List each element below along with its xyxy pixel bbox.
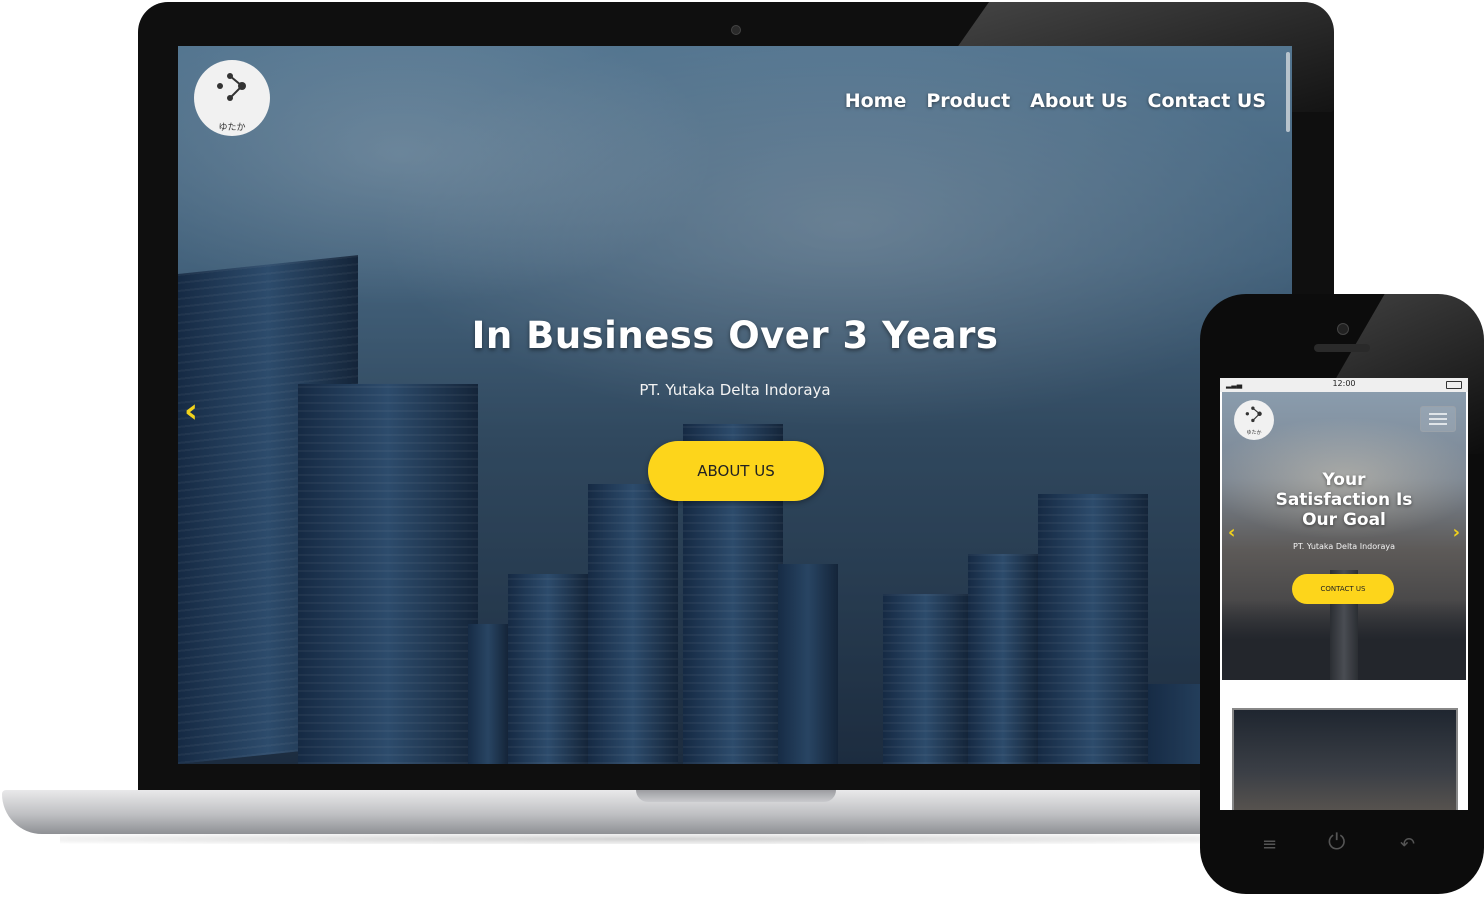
mobile-hero-subtitle: PT. Yutaka Delta Indoraya <box>1293 542 1395 551</box>
laptop-camera <box>731 25 741 35</box>
logo-dots-arrow-icon <box>1245 406 1262 423</box>
status-bar: ▂▃▄ 12:00 <box>1220 378 1468 392</box>
laptop-notch <box>636 790 836 802</box>
mobile-hero-title-line: Satisfaction Is <box>1275 490 1413 510</box>
nav-product[interactable]: Product <box>926 90 1010 112</box>
logo-dots-arrow-icon <box>217 73 246 101</box>
power-icon[interactable]: ⏻ <box>1328 830 1345 855</box>
hamburger-menu-button[interactable] <box>1420 406 1456 432</box>
site-logo[interactable]: ゆたか <box>194 60 270 136</box>
about-us-button[interactable]: ABOUT US <box>648 441 824 501</box>
nav-about-us[interactable]: About Us <box>1030 90 1127 112</box>
hero-title: In Business Over 3 Years <box>471 314 999 357</box>
laptop-frame: ゆたか Home Product About Us Contact US ‹ I… <box>138 2 1334 792</box>
hero-overlay <box>178 46 1292 764</box>
status-time: 12:00 <box>1332 379 1356 388</box>
desktop-website: ゆたか Home Product About Us Contact US ‹ I… <box>178 46 1292 764</box>
phone-nav-bar: ≡ ⏻ ↶ <box>1200 830 1484 870</box>
mobile-logo[interactable]: ゆたか <box>1234 400 1274 440</box>
nav-home[interactable]: Home <box>845 90 907 112</box>
menu-icon[interactable]: ≡ <box>1262 834 1277 855</box>
mobile-hero-title-line: Your <box>1322 470 1366 490</box>
mobile-hero-title-line: Our Goal <box>1302 510 1386 530</box>
mobile-logo-text: ゆたか <box>1246 430 1262 436</box>
phone-frame: ▂▃▄ 12:00 ゆたか ‹ › Your Satisfaction Is O… <box>1200 294 1484 894</box>
logo-text: ゆたか <box>218 123 246 133</box>
nav-contact-us[interactable]: Contact US <box>1148 90 1267 112</box>
phone-camera <box>1337 323 1349 335</box>
mobile-content-card <box>1232 708 1458 810</box>
back-icon[interactable]: ↶ <box>1400 834 1415 855</box>
mobile-website: ▂▃▄ 12:00 ゆたか ‹ › Your Satisfaction Is O… <box>1220 378 1468 810</box>
battery-icon <box>1446 381 1462 389</box>
laptop-shadow <box>60 834 1240 844</box>
mobile-card-image <box>1234 710 1456 810</box>
phone-speaker <box>1314 344 1370 352</box>
main-nav: Home Product About Us Contact US <box>845 90 1266 112</box>
scrollbar[interactable] <box>1286 52 1290 132</box>
hero-subtitle: PT. Yutaka Delta Indoraya <box>639 381 831 399</box>
mobile-hero: ゆたか ‹ › Your Satisfaction Is Our Goal PT… <box>1222 392 1466 680</box>
mobile-hero-title: Your Satisfaction Is Our Goal <box>1222 470 1466 530</box>
contact-us-button[interactable]: CONTACT US <box>1292 574 1394 604</box>
